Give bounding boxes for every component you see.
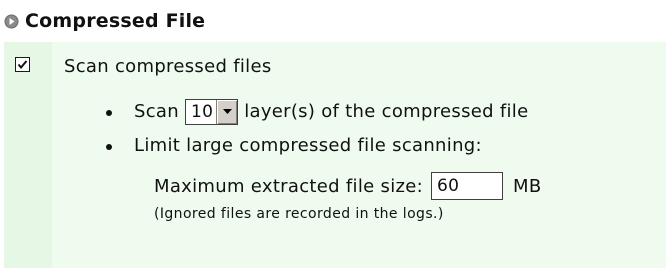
max-size-label: Maximum extracted file size: [154,175,423,197]
max-size-row: Maximum extracted file size: 60 MB [154,172,541,200]
max-size-unit: MB [513,175,542,197]
section-title: Compressed File [25,10,206,32]
checkbox-column [4,42,52,268]
bullet-dot [106,144,112,150]
chevron-down-icon [222,109,232,114]
logs-note: (Ignored files are recorded in the logs.… [154,206,444,222]
limit-label: Limit large compressed file scanning: [134,135,482,156]
bullet-dot [106,110,112,116]
settings-panel: Scan compressed files Scan 10 layer(s) o… [4,42,666,268]
layers-suffix: layer(s) of the compressed file [244,101,529,122]
layers-prefix: Scan [134,101,179,122]
scan-compressed-checkbox[interactable] [15,57,30,72]
dropdown-button[interactable] [216,100,238,124]
layers-select-value: 10 [190,102,214,122]
max-size-input[interactable]: 60 [431,172,503,200]
layers-select[interactable]: 10 [184,99,239,125]
checkmark-icon [17,60,28,70]
section-header: Compressed File [4,6,205,36]
circle-arrow-right-icon [4,14,19,29]
scan-compressed-label[interactable]: Scan compressed files [64,56,272,77]
